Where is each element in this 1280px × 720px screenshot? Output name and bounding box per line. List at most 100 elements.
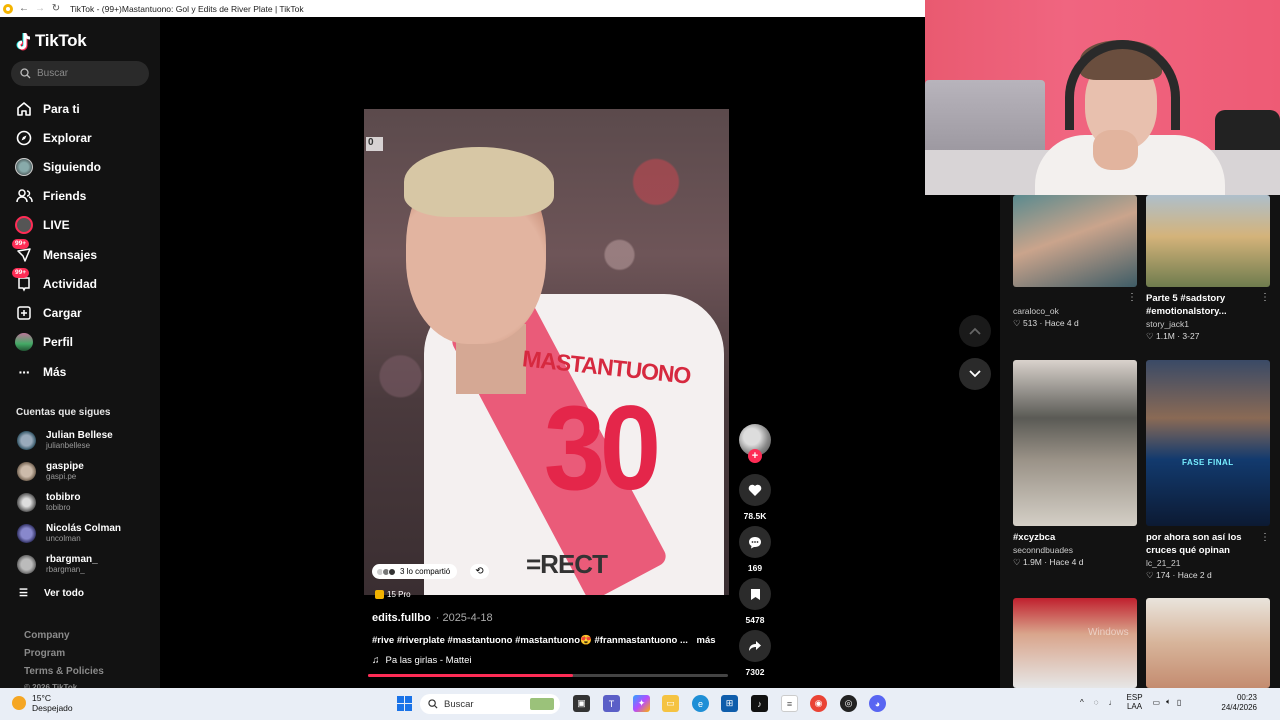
more-options-icon[interactable]: ⋮ (1260, 532, 1270, 543)
card-title[interactable]: por ahora son así los cruces qué opinan (1146, 531, 1270, 557)
search-input[interactable]: Buscar (11, 61, 149, 86)
weather-widget[interactable]: 15°C Despejado (12, 693, 73, 713)
repost-button[interactable]: ⟲ (470, 564, 489, 579)
nav-siguiendo[interactable]: Siguiendo (14, 156, 101, 178)
nav-friends[interactable]: Friends (14, 185, 86, 207)
more-options-icon[interactable]: ⋮ (1260, 292, 1270, 303)
footer-program[interactable]: Program (24, 648, 65, 659)
temperature: 15°C (32, 693, 51, 703)
next-video-button[interactable] (959, 358, 991, 390)
nav-label: Siguiendo (43, 160, 101, 174)
file-explorer-icon[interactable]: ▭ (662, 695, 679, 712)
battery-icon[interactable]: ▯ (1177, 698, 1181, 707)
shared-by-pill[interactable]: 3 lo compartió (372, 564, 458, 579)
video-card[interactable]: FASE FINAL por ahora son así los cruces … (1146, 360, 1270, 581)
video-progress-bar[interactable] (368, 674, 728, 677)
video-thumbnail[interactable] (1013, 360, 1137, 526)
tray-expand-icon[interactable]: ^ (1080, 698, 1084, 707)
task-view-icon[interactable]: ▣ (573, 695, 590, 712)
language-indicator[interactable]: ESP LAA (1127, 693, 1143, 711)
copilot-icon[interactable]: ✦ (633, 695, 650, 712)
volume-icon[interactable]: 🔈︎ (1166, 697, 1171, 707)
share-button[interactable] (739, 630, 771, 662)
video-card[interactable]: caraloco_ok ♡ 513 · Hace 4 d ⋮ (1013, 195, 1137, 329)
previous-video-button[interactable] (959, 315, 991, 347)
following-account[interactable]: rbargman_ rbargman_ (17, 551, 98, 577)
network-icon[interactable]: ▭ (1153, 698, 1161, 707)
card-title[interactable]: Parte 5 #sadstory #emotionalstory... (1146, 292, 1270, 318)
more-link[interactable]: más (697, 635, 716, 646)
windows-taskbar: 15°C Despejado Buscar ▣ T ✦ ▭ e ⊞ ♪ ≡ ◉ ◎… (0, 688, 1280, 720)
card-user[interactable]: seconndbuades (1013, 544, 1137, 556)
taskbar-clock[interactable]: 00:23 24/4/2026 (1212, 693, 1257, 713)
share-action[interactable]: 7302 (739, 630, 771, 677)
chrome-icon[interactable]: ◉ (810, 695, 827, 712)
nav-label: Friends (43, 189, 87, 203)
save-button[interactable] (739, 578, 771, 610)
tiktok-logo[interactable]: TikTok (16, 31, 87, 51)
card-user[interactable]: caraloco_ok (1013, 305, 1137, 317)
author-name[interactable]: edits.fullbo (372, 612, 431, 624)
messages-badge: 99+ (12, 239, 30, 249)
reload-icon[interactable]: ↻ (48, 1, 64, 17)
video-author[interactable]: edits.fullbo · 2025-4-18 (372, 612, 493, 624)
nav-mensajes[interactable]: 99+ Mensajes (12, 239, 97, 266)
more-options-icon[interactable]: ⋮ (1127, 292, 1137, 303)
footer-company[interactable]: Company (24, 630, 70, 641)
avatar (17, 461, 36, 481)
nav-actividad[interactable]: 99+ Actividad (12, 268, 97, 295)
save-action[interactable]: 5478 (739, 578, 771, 625)
nav-para-ti[interactable]: Para ti (14, 98, 80, 120)
card-title[interactable]: #xcyzbca (1013, 531, 1137, 544)
video-card[interactable] (1146, 598, 1270, 688)
comment-button[interactable] (739, 526, 771, 558)
video-thumbnail[interactable] (1013, 598, 1137, 688)
activity-icon: 99+ (12, 268, 34, 294)
microphone-icon[interactable]: ♩ (1109, 698, 1117, 707)
card-user[interactable]: lc_21_21 (1146, 557, 1270, 569)
following-account[interactable]: tobibro tobibro (17, 489, 80, 515)
teams-icon[interactable]: T (603, 695, 620, 712)
nav-explorar[interactable]: Explorar (14, 127, 92, 149)
following-account[interactable]: gaspipe gaspi.pe (17, 458, 84, 484)
comment-action[interactable]: 169 (739, 526, 771, 573)
video-thumbnail[interactable]: FASE FINAL (1146, 360, 1270, 526)
search-icon (20, 68, 31, 79)
obs-icon[interactable]: ◎ (840, 695, 857, 712)
following-account[interactable]: Julian Bellese julianbellese (17, 427, 113, 453)
like-action[interactable]: 78.5K (739, 474, 771, 521)
video-thumbnail[interactable] (1146, 195, 1270, 287)
see-all-link[interactable]: ☰ Ver todo (19, 588, 84, 599)
store-icon[interactable]: ⊞ (721, 695, 738, 712)
follow-plus-icon[interactable]: + (748, 449, 762, 463)
video-thumbnail[interactable] (1013, 195, 1137, 287)
nav-live[interactable]: LIVE (14, 214, 70, 236)
nav-label: Más (43, 365, 67, 379)
back-icon[interactable]: ← (16, 1, 32, 17)
profile-avatar-icon (14, 332, 34, 352)
taskbar-search[interactable]: Buscar (420, 694, 560, 714)
video-card[interactable] (1013, 598, 1137, 688)
discord-icon[interactable]: ◕ (869, 695, 886, 712)
nav-perfil[interactable]: Perfil (14, 331, 73, 353)
notepad-icon[interactable]: ≡ (781, 695, 798, 712)
video-music[interactable]: ♫ Pa las girlas - Mattei (372, 655, 472, 666)
video-card[interactable]: Parte 5 #sadstory #emotionalstory... sto… (1146, 195, 1270, 342)
windows-start-icon[interactable] (396, 695, 413, 712)
nav-mas[interactable]: ··· Más (14, 361, 67, 383)
video-thumbnail[interactable] (1146, 598, 1270, 688)
following-account[interactable]: Nicolás Colman uncolman (17, 520, 121, 546)
tiktok-app-icon[interactable]: ♪ (751, 695, 768, 712)
footer-terms[interactable]: Terms & Policies (24, 666, 104, 677)
video-card[interactable]: #xcyzbca seconndbuades ♡ 1.9M · Hace 4 d (1013, 360, 1137, 568)
video-player[interactable]: 0 MASTANTUONO 30 =RECT (364, 109, 729, 595)
card-user[interactable]: story_jack1 (1146, 318, 1270, 330)
nav-cargar[interactable]: Cargar (14, 302, 82, 324)
tray-app-icon[interactable]: ◌ (1094, 698, 1099, 707)
webcam-overlay (925, 0, 1280, 195)
like-button[interactable] (739, 474, 771, 506)
friends-icon (14, 186, 34, 206)
edge-icon[interactable]: e (692, 695, 709, 712)
forward-icon[interactable]: → (32, 1, 48, 17)
comment-icon (749, 536, 761, 548)
